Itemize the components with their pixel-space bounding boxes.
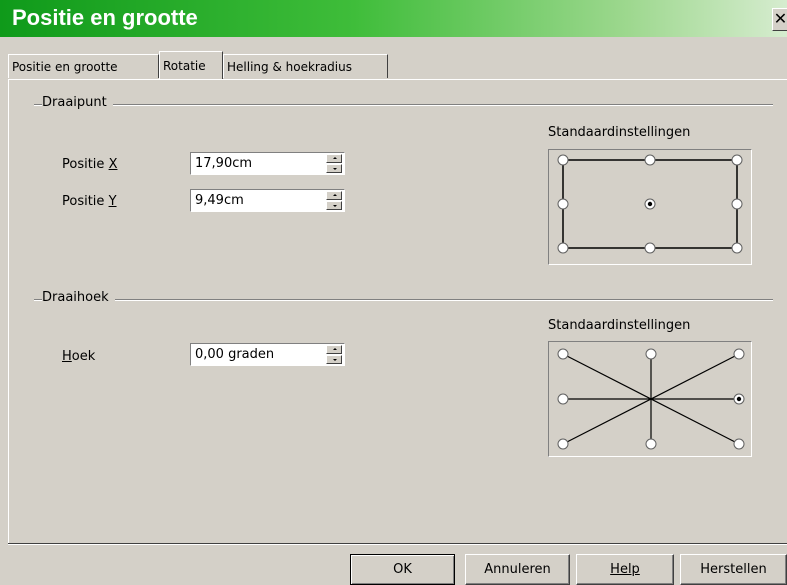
angle-point-middle-left: [557, 393, 569, 405]
pos-x-value: 17,90cm: [195, 156, 253, 171]
angle-point-top-right: [733, 348, 745, 360]
angle-point-top-left: [557, 348, 569, 360]
tab-helling-hoekradius[interactable]: Helling & hoekradius: [223, 54, 388, 78]
tab-panel-left-edge: [8, 79, 9, 544]
ok-button[interactable]: OK: [350, 554, 455, 585]
pivot-point-middle-left: [557, 198, 569, 210]
pos-y-value: 9,49cm: [195, 193, 244, 208]
angle-label: Hoek: [62, 349, 96, 364]
close-icon[interactable]: ✕: [772, 8, 787, 31]
pos-x-down-button[interactable]: [326, 164, 342, 173]
angle-group-line: [34, 299, 773, 301]
angle-point-top-center: [645, 348, 657, 360]
pivot-point-top-center: [644, 154, 656, 166]
tab-positie-en-grootte[interactable]: Positie en grootte: [8, 54, 159, 78]
pivot-point-top-right: [731, 154, 743, 166]
pivot-point-bottom-right: [731, 242, 743, 254]
angle-point-bottom-right: [733, 438, 745, 450]
angle-group-title: Draaihoek: [42, 290, 115, 305]
pos-x-label: Positie X: [62, 157, 118, 172]
angle-value: 0,00 graden: [195, 347, 275, 362]
angle-selected-dot: [736, 396, 742, 402]
angle-down-button[interactable]: [326, 355, 342, 364]
pivot-preset-label: Standaardinstellingen: [548, 125, 691, 140]
angle-point-bottom-center: [645, 438, 657, 450]
pos-y-down-button[interactable]: [326, 201, 342, 210]
pivot-preset-control[interactable]: [548, 149, 752, 265]
tab-panel-bottom-edge: [8, 543, 787, 545]
angle-field[interactable]: 0,00 graden: [190, 343, 345, 366]
pos-y-up-button[interactable]: [326, 191, 342, 200]
tab-rotatie[interactable]: Rotatie: [159, 51, 223, 79]
angle-preset-control[interactable]: [548, 341, 752, 457]
angle-preset-label: Standaardinstellingen: [548, 318, 691, 333]
tab-panel-top-edge: [8, 79, 787, 80]
title-bar: Positie en grootte ✕: [0, 0, 787, 37]
pivot-point-middle-right: [731, 198, 743, 210]
pos-x-field[interactable]: 17,90cm: [190, 152, 345, 175]
pivot-point-top-left: [557, 154, 569, 166]
pivot-group-line: [34, 104, 773, 106]
angle-up-button[interactable]: [326, 345, 342, 354]
pivot-point-bottom-center: [644, 242, 656, 254]
pos-x-up-button[interactable]: [326, 154, 342, 163]
window-title: Positie en grootte: [12, 5, 198, 30]
pos-y-field[interactable]: 9,49cm: [190, 189, 345, 212]
pos-y-label: Positie Y: [62, 194, 117, 209]
help-button[interactable]: Help: [576, 554, 674, 585]
pivot-selected-dot: [647, 201, 653, 207]
cancel-button[interactable]: Annuleren: [465, 554, 570, 585]
angle-point-bottom-left: [557, 438, 569, 450]
pivot-group-title: Draaipunt: [42, 95, 113, 110]
pivot-point-bottom-left: [557, 242, 569, 254]
reset-button[interactable]: Herstellen: [680, 554, 787, 585]
